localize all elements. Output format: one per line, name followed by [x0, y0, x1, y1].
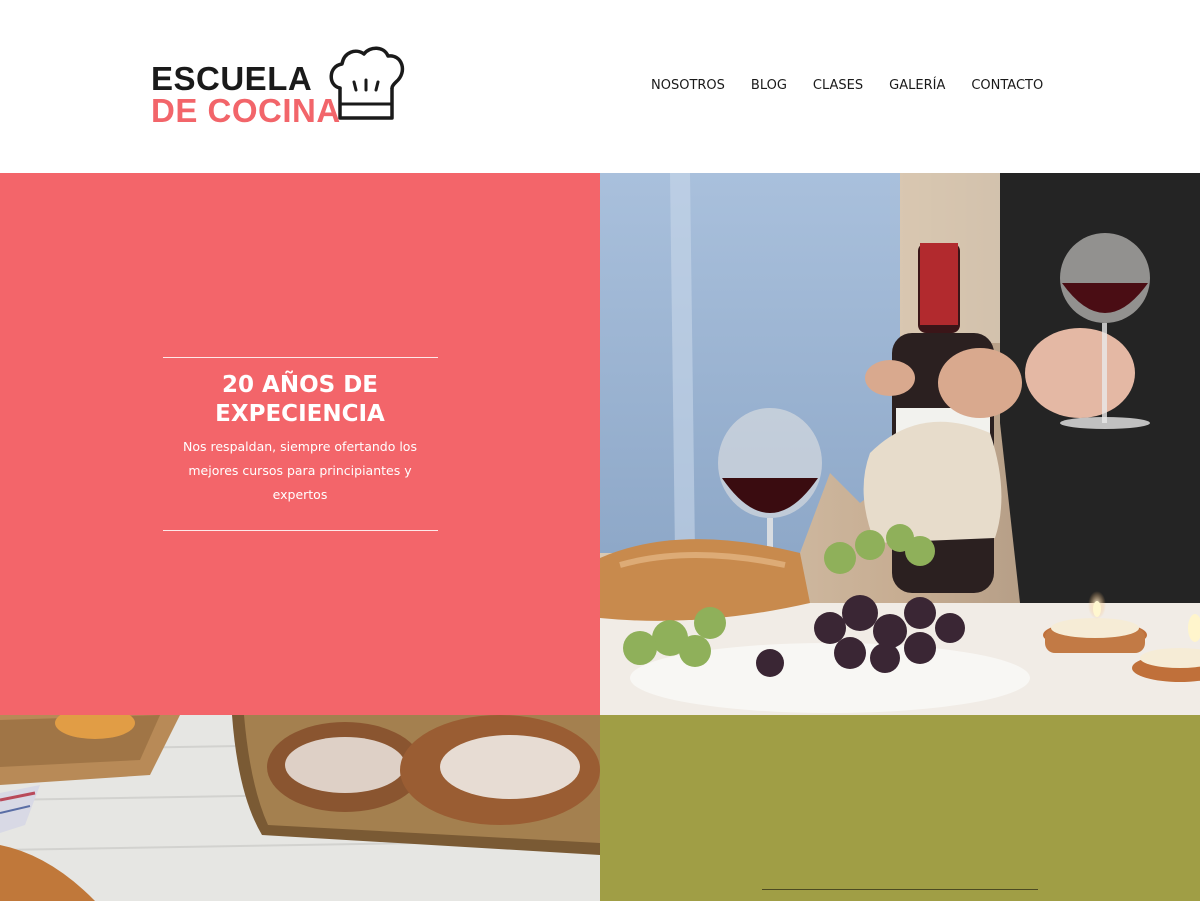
experience-title-line2: EXPECIENCIA	[215, 401, 385, 427]
site-header: ESCUELA DE COCINA NOSOTROS BLOG CLASES G…	[0, 0, 1200, 173]
nav-item-blog[interactable]: BLOG	[751, 78, 787, 93]
bottom-divider	[163, 530, 438, 531]
nav-item-galeria[interactable]: GALERÍA	[889, 78, 945, 93]
green-feature-panel	[600, 715, 1200, 901]
experience-description-line1: Nos respaldan, siempre ofertando los	[183, 439, 417, 454]
experience-description-line3: expertos	[272, 487, 328, 502]
top-divider	[163, 357, 438, 358]
experience-title: 20 AÑOS DE EXPECIENCIA	[150, 371, 450, 429]
nav-item-clases[interactable]: CLASES	[813, 78, 863, 93]
logo-text-line2: DE COCINA	[151, 92, 341, 129]
experience-title-line1: 20 AÑOS DE	[222, 372, 378, 398]
experience-description: Nos respaldan, siempre ofertando los mej…	[170, 435, 430, 507]
logo-text-line1: ESCUELA	[151, 60, 313, 97]
bread-basket-illustration	[0, 715, 600, 901]
wine-dinner-illustration	[600, 173, 1200, 715]
experience-panel: 20 AÑOS DE EXPECIENCIA Nos respaldan, si…	[0, 173, 600, 715]
green-panel-divider	[762, 889, 1038, 890]
nav-item-nosotros[interactable]: NOSOTROS	[651, 78, 725, 93]
main-nav: NOSOTROS BLOG CLASES GALERÍA CONTACTO	[651, 78, 1043, 93]
bread-basket-photo	[0, 715, 600, 901]
chef-hat-icon	[329, 46, 405, 120]
experience-description-line2: mejores cursos para principiantes y	[188, 463, 412, 478]
nav-item-contacto[interactable]: CONTACTO	[971, 78, 1043, 93]
wine-dinner-photo	[600, 173, 1200, 715]
site-logo[interactable]: ESCUELA DE COCINA	[151, 44, 411, 128]
